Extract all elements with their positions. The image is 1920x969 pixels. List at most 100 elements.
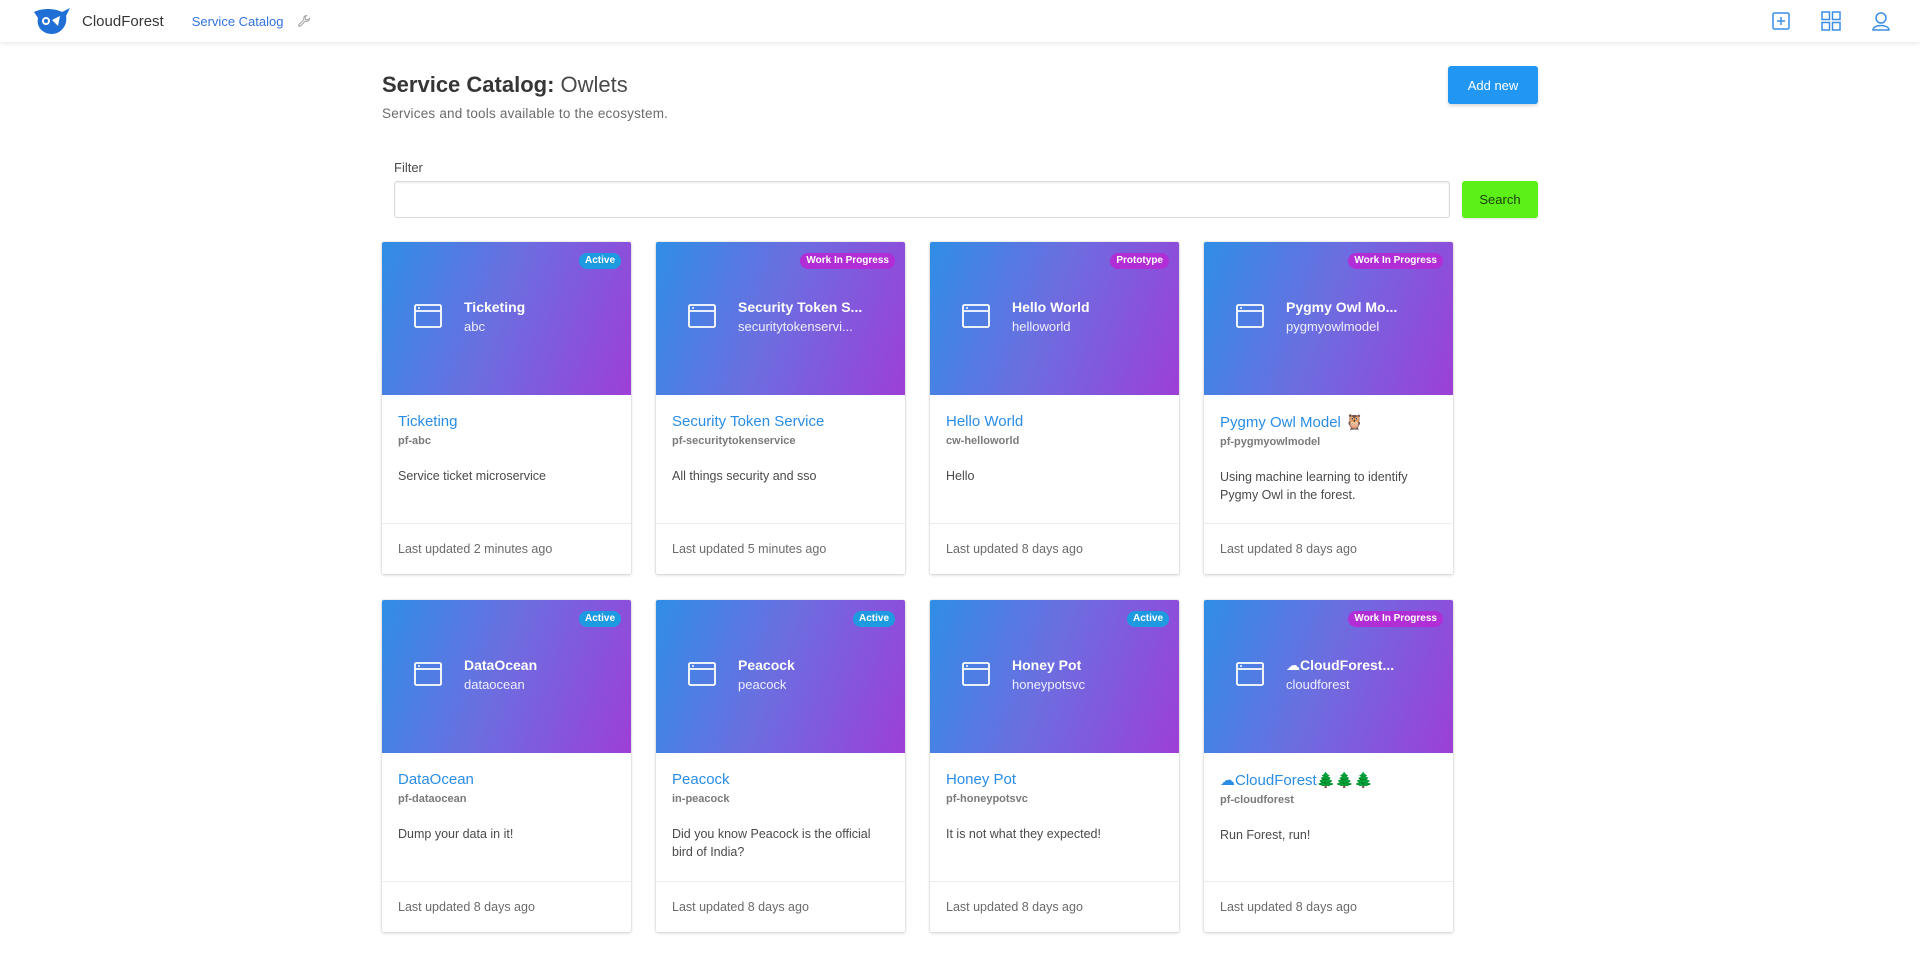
card-code: cw-helloworld xyxy=(946,435,1020,447)
top-navbar: CloudForest Service Catalog xyxy=(0,0,1920,42)
card-hero: Active Peacock peacock xyxy=(656,600,905,753)
status-badge: Active xyxy=(578,611,621,627)
card-body: Security Token Service pf-securitytokens… xyxy=(656,395,905,523)
card-footer: Last updated 8 days ago xyxy=(930,523,1179,574)
service-card[interactable]: Active Peacock peacock Peacock in-peacoc… xyxy=(656,600,905,932)
status-badge: Active xyxy=(1126,611,1169,627)
card-description: Service ticket microservice xyxy=(398,469,546,483)
last-updated: Last updated 8 days ago xyxy=(672,900,809,914)
window-icon xyxy=(962,662,990,686)
card-hero: Work In Progress Pygmy Owl Mo... pygmyow… xyxy=(1204,242,1453,395)
page-title-main: Service Catalog: xyxy=(382,72,555,97)
card-description: Did you know Peacock is the official bir… xyxy=(672,827,871,859)
window-icon xyxy=(1236,304,1264,328)
card-footer: Last updated 8 days ago xyxy=(1204,881,1453,932)
last-updated: Last updated 8 days ago xyxy=(946,900,1083,914)
hero-subtitle: abc xyxy=(464,319,485,334)
window-icon xyxy=(1236,662,1264,686)
hero-subtitle: helloworld xyxy=(1012,319,1071,334)
card-body: Hello World cw-helloworld Hello xyxy=(930,395,1179,523)
card-body: Ticketing pf-abc Service ticket microser… xyxy=(382,395,631,523)
card-body: Peacock in-peacock Did you know Peacock … xyxy=(656,753,905,881)
add-square-icon[interactable] xyxy=(1770,10,1792,32)
wrench-icon[interactable] xyxy=(297,14,311,28)
card-code: in-peacock xyxy=(672,793,730,805)
card-body: Honey Pot pf-honeypotsvc It is not what … xyxy=(930,753,1179,881)
card-hero: Active DataOcean dataocean xyxy=(382,600,631,753)
filter-label: Filter xyxy=(394,160,423,175)
card-footer: Last updated 8 days ago xyxy=(656,881,905,932)
hero-subtitle: cloudforest xyxy=(1286,677,1350,692)
card-footer: Last updated 5 minutes ago xyxy=(656,523,905,574)
last-updated: Last updated 8 days ago xyxy=(1220,900,1357,914)
hero-title: Pygmy Owl Mo... xyxy=(1286,299,1398,315)
card-code: pf-dataocean xyxy=(398,793,467,805)
last-updated: Last updated 2 minutes ago xyxy=(398,542,553,556)
window-icon xyxy=(688,662,716,686)
status-badge: Work In Progress xyxy=(1348,253,1443,269)
card-description: Using machine learning to identify Pygmy… xyxy=(1220,470,1408,502)
card-description: Run Forest, run! xyxy=(1220,828,1311,842)
status-badge: Prototype xyxy=(1110,253,1169,269)
service-card[interactable]: Work In Progress Pygmy Owl Mo... pygmyow… xyxy=(1204,242,1453,574)
card-description: Dump your data in it! xyxy=(398,827,514,841)
card-title[interactable]: Peacock xyxy=(672,771,889,788)
card-hero: Active Honey Pot honeypotsvc xyxy=(930,600,1179,753)
service-card[interactable]: Work In Progress Security Token S... sec… xyxy=(656,242,905,574)
status-badge: Active xyxy=(578,253,621,269)
hero-title: Ticketing xyxy=(464,299,526,315)
card-title[interactable]: ☁CloudForest🌲🌲🌲 xyxy=(1220,771,1437,789)
window-icon xyxy=(688,304,716,328)
window-icon xyxy=(414,662,442,686)
hero-subtitle: securitytokenservi... xyxy=(738,319,853,334)
add-new-button[interactable]: Add new xyxy=(1448,66,1538,104)
page-title: Service Catalog: Owlets xyxy=(382,72,628,98)
brand[interactable]: CloudForest xyxy=(32,0,164,42)
last-updated: Last updated 8 days ago xyxy=(398,900,535,914)
card-code: pf-abc xyxy=(398,435,431,447)
service-card[interactable]: Work In Progress ☁CloudForest... cloudfo… xyxy=(1204,600,1453,932)
card-description: All things security and sso xyxy=(672,469,817,483)
card-hero: Work In Progress ☁CloudForest... cloudfo… xyxy=(1204,600,1453,753)
card-hero: Active Ticketing abc xyxy=(382,242,631,395)
page-description: Services and tools available to the ecos… xyxy=(382,106,669,121)
card-title[interactable]: Security Token Service xyxy=(672,413,889,430)
hero-title: Security Token S... xyxy=(738,299,863,315)
hero-title: Peacock xyxy=(738,657,795,673)
window-icon xyxy=(962,304,990,328)
card-title[interactable]: Honey Pot xyxy=(946,771,1163,788)
brand-name: CloudForest xyxy=(82,12,164,30)
hero-subtitle: dataocean xyxy=(464,677,525,692)
card-code: pf-cloudforest xyxy=(1220,794,1294,806)
service-card[interactable]: Prototype Hello World helloworld Hello W… xyxy=(930,242,1179,574)
service-card[interactable]: Active Honey Pot honeypotsvc Honey Pot p… xyxy=(930,600,1179,932)
card-title[interactable]: Pygmy Owl Model 🦉 xyxy=(1220,413,1437,431)
card-code: pf-honeypotsvc xyxy=(946,793,1028,805)
status-badge: Work In Progress xyxy=(800,253,895,269)
grid-icon[interactable] xyxy=(1820,10,1842,32)
card-title[interactable]: Hello World xyxy=(946,413,1163,430)
filter-input[interactable] xyxy=(394,181,1450,218)
search-button[interactable]: Search xyxy=(1462,181,1538,218)
card-code: pf-securitytokenservice xyxy=(672,435,796,447)
owl-logo-icon xyxy=(34,8,70,34)
hero-title: DataOcean xyxy=(464,657,538,673)
last-updated: Last updated 5 minutes ago xyxy=(672,542,827,556)
card-description: Hello xyxy=(946,469,975,483)
card-body: DataOcean pf-dataocean Dump your data in… xyxy=(382,753,631,881)
service-card[interactable]: Active Ticketing abc Ticketing pf-abc Se… xyxy=(382,242,631,574)
card-title[interactable]: Ticketing xyxy=(398,413,615,430)
card-footer: Last updated 2 minutes ago xyxy=(382,523,631,574)
hero-subtitle: peacock xyxy=(738,677,787,692)
last-updated: Last updated 8 days ago xyxy=(946,542,1083,556)
user-icon[interactable] xyxy=(1870,10,1892,32)
card-title[interactable]: DataOcean xyxy=(398,771,615,788)
service-card[interactable]: Active DataOcean dataocean DataOcean pf-… xyxy=(382,600,631,932)
page-title-sub: Owlets xyxy=(560,72,628,97)
card-body: ☁CloudForest🌲🌲🌲 pf-cloudforest Run Fores… xyxy=(1204,753,1453,881)
hero-title: Honey Pot xyxy=(1012,657,1082,673)
card-code: pf-pygmyowlmodel xyxy=(1220,436,1321,448)
status-badge: Active xyxy=(852,611,895,627)
nav-service-catalog-link[interactable]: Service Catalog xyxy=(192,14,284,29)
hero-title: ☁CloudForest... xyxy=(1286,657,1395,673)
